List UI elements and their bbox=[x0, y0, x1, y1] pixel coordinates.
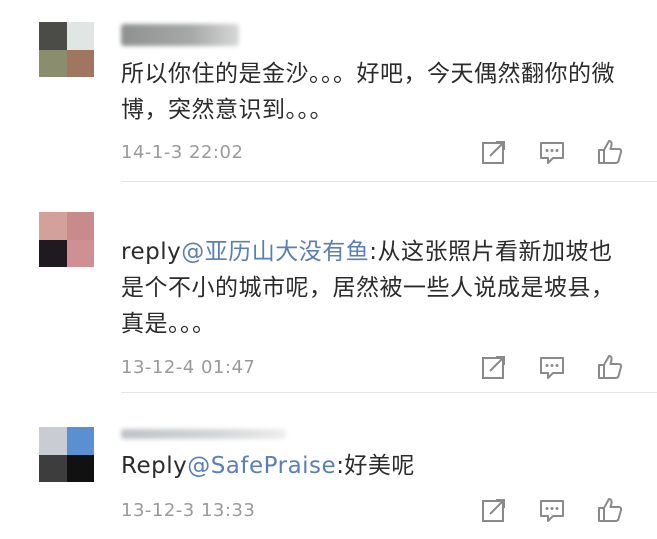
avatar[interactable] bbox=[39, 427, 94, 482]
comment-actions bbox=[480, 138, 624, 166]
username-blurred[interactable] bbox=[121, 429, 286, 439]
avatar-tile bbox=[66, 212, 94, 240]
comment-text: 所以你住的是金沙。。。好吧，今天偶然翻你的微博，突然意识到。。。 bbox=[121, 56, 627, 128]
comment-item: reply@亚历山大没有鱼:从这张照片看新加坡也是个不小的城市呢，居然被一些人说… bbox=[0, 182, 657, 393]
avatar-tile bbox=[66, 49, 94, 77]
like-icon[interactable] bbox=[596, 353, 624, 381]
share-icon[interactable] bbox=[480, 496, 508, 524]
comment-timestamp: 13-12-3 13:33 bbox=[121, 500, 256, 521]
comment-icon[interactable] bbox=[538, 138, 566, 166]
avatar[interactable] bbox=[39, 212, 94, 267]
share-icon[interactable] bbox=[480, 138, 508, 166]
comment-actions bbox=[480, 353, 624, 381]
avatar-tile bbox=[39, 239, 67, 267]
like-icon[interactable] bbox=[596, 138, 624, 166]
avatar[interactable] bbox=[39, 22, 94, 77]
avatar-tile bbox=[39, 454, 67, 482]
comment-item: 所以你住的是金沙。。。好吧，今天偶然翻你的微博，突然意识到。。。 14-1-3 … bbox=[0, 0, 657, 182]
username-blurred[interactable] bbox=[121, 24, 239, 46]
avatar-tile bbox=[39, 427, 67, 455]
comment-body: 所以你住的是金沙。。。好吧，今天偶然翻你的微博，突然意识到。。。 bbox=[121, 61, 615, 123]
like-icon[interactable] bbox=[596, 496, 624, 524]
comment-timestamp: 13-12-4 01:47 bbox=[121, 357, 256, 378]
comment-timestamp: 14-1-3 22:02 bbox=[121, 142, 244, 163]
comment-item: Reply@SafePraise:好美呢 13-12-3 13:33 bbox=[0, 393, 657, 539]
comment-actions bbox=[480, 496, 624, 524]
avatar-tile bbox=[39, 212, 67, 240]
avatar-tile bbox=[39, 49, 67, 77]
comment-body: :好美呢 bbox=[336, 453, 415, 479]
mention-link[interactable]: @SafePraise bbox=[187, 453, 336, 479]
comment-text: Reply@SafePraise:好美呢 bbox=[121, 448, 627, 484]
reply-prefix: reply bbox=[121, 239, 182, 265]
avatar-tile bbox=[66, 239, 94, 267]
mention-link[interactable]: @亚历山大没有鱼 bbox=[181, 239, 369, 265]
comment-icon[interactable] bbox=[538, 353, 566, 381]
comment-text: reply@亚历山大没有鱼:从这张照片看新加坡也是个不小的城市呢，居然被一些人说… bbox=[121, 234, 627, 342]
avatar-tile bbox=[66, 454, 94, 482]
avatar-tile bbox=[39, 22, 67, 50]
avatar-tile bbox=[66, 427, 94, 455]
comment-icon[interactable] bbox=[538, 496, 566, 524]
avatar-tile bbox=[66, 22, 94, 50]
share-icon[interactable] bbox=[480, 353, 508, 381]
reply-prefix: Reply bbox=[121, 453, 188, 479]
